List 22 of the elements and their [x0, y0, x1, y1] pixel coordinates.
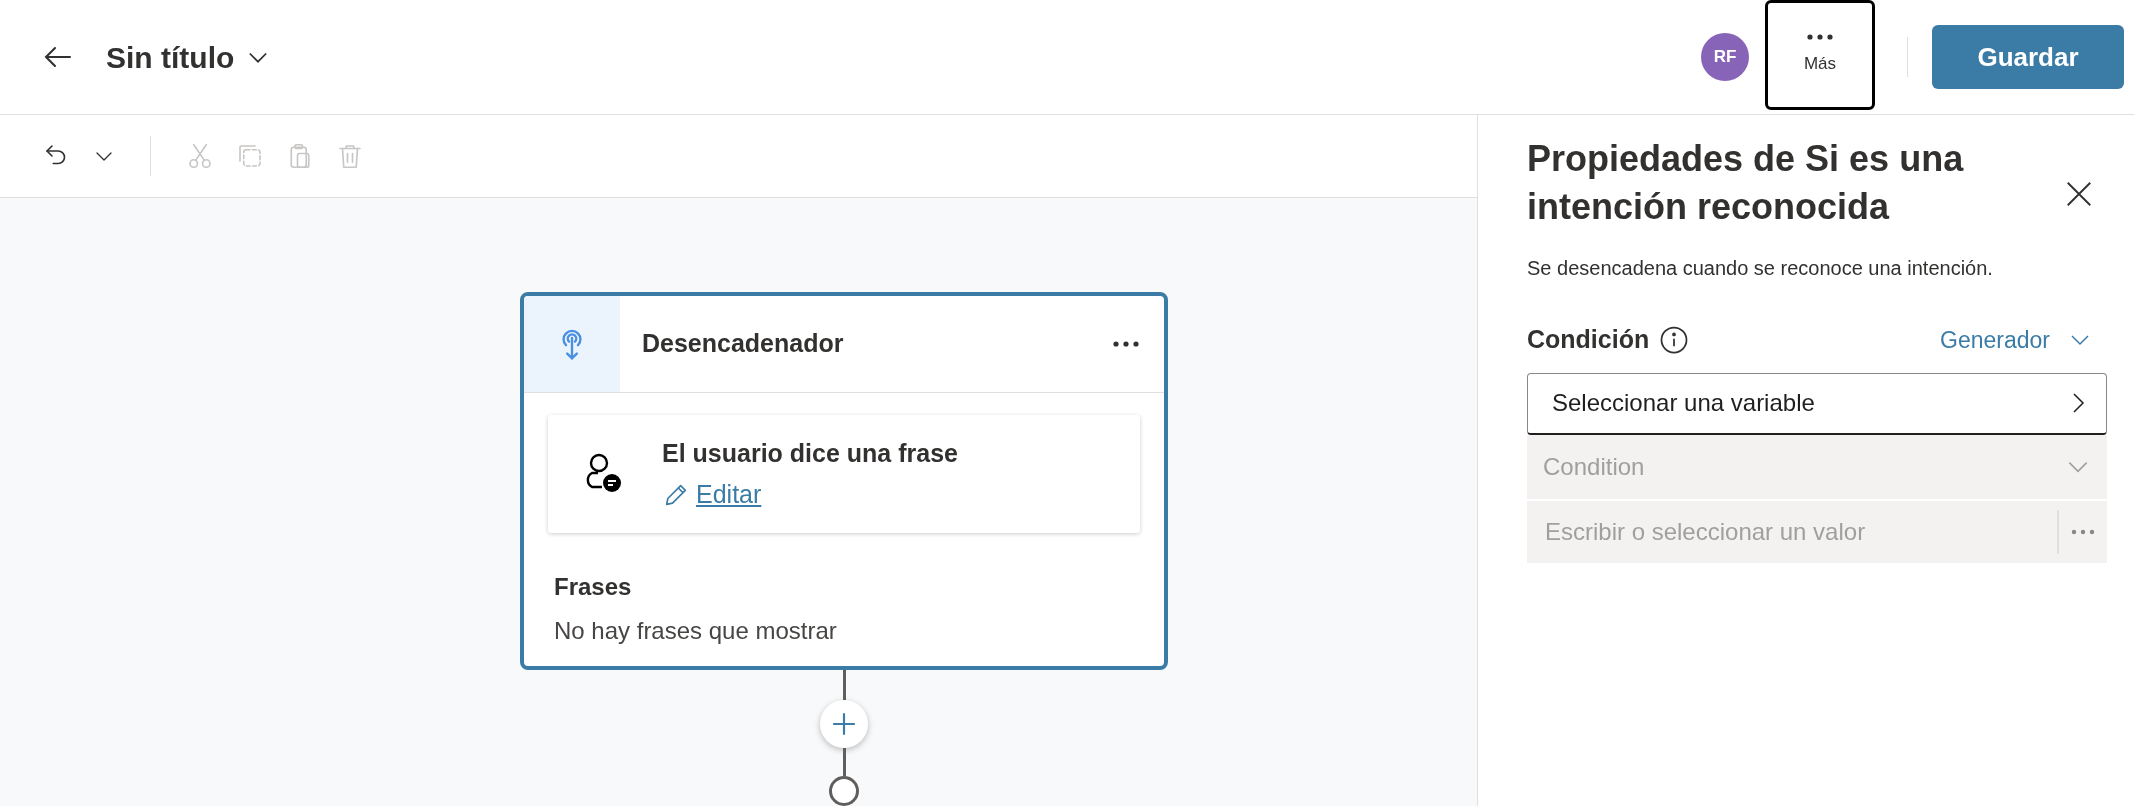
variable-selector[interactable]: Seleccionar una variable: [1527, 372, 2107, 435]
empty-message: No hay frases que mostrar: [554, 616, 838, 646]
add-step-button[interactable]: [820, 700, 868, 748]
mode-dropdown[interactable]: Generador: [1940, 322, 2092, 357]
flow-title: Sin título: [106, 39, 235, 76]
more-options-icon[interactable]: [1112, 340, 1140, 348]
trigger-title: El usuario dice una frase: [662, 437, 958, 469]
more-dots-icon: [1806, 33, 1834, 42]
section-label: Frases: [554, 572, 633, 602]
trigger-card[interactable]: El usuario dice una frase Editar: [548, 415, 1140, 533]
trigger-node[interactable]: Desencadenador El usuario dice una frase Editar Frases No hay frases que mostrar: [520, 292, 1168, 670]
save-button[interactable]: Guardar: [1932, 25, 2124, 89]
more-button[interactable]: Más: [1765, 0, 1875, 110]
plus-icon: [831, 711, 857, 737]
edit-link[interactable]: Editar: [696, 476, 762, 514]
panel-description: Se desencadena cuando se reconoce una intención.: [1527, 256, 1994, 281]
close-icon[interactable]: [2064, 179, 2094, 209]
info-icon[interactable]: [1659, 324, 1690, 355]
user-avatar[interactable]: RF: [1701, 33, 1749, 81]
condition-label: Condición: [1527, 324, 1650, 355]
node-title: Desencadenador: [642, 328, 845, 360]
panel-title: Propiedades de Si es una intención reconocida: [1527, 137, 1965, 229]
